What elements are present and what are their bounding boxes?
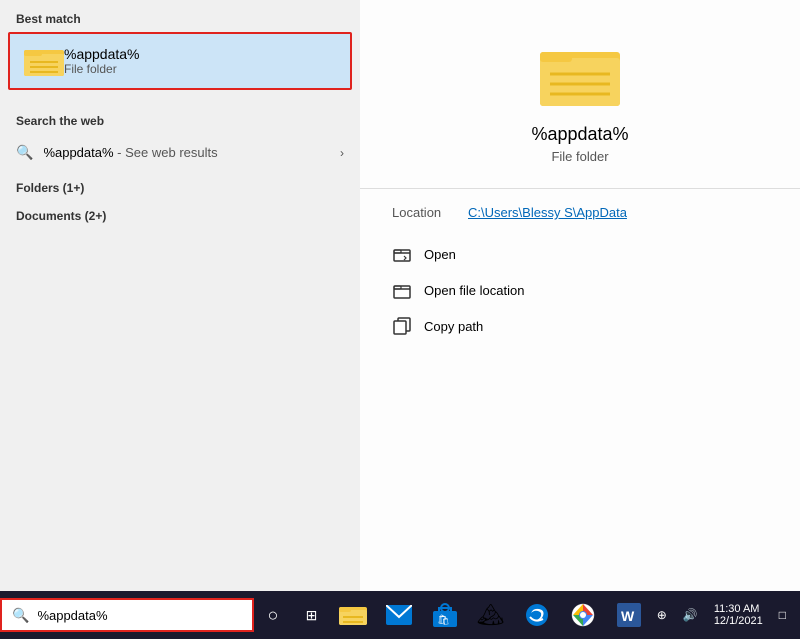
detail-item-name: %appdata% [531,124,628,145]
taskbar-app-edge[interactable] [515,593,559,637]
svg-text:W: W [621,608,635,624]
chevron-right-icon: › [340,146,344,160]
tray-notification[interactable]: □ [773,604,792,626]
taskbar-search-box[interactable]: 🔍 %appdata% [0,598,254,632]
best-match-text: %appdata% File folder [64,46,140,76]
copy-path-icon [392,316,412,336]
open-file-location-icon [392,280,412,300]
detail-item-type: File folder [551,149,608,164]
store-icon: 🛍 [433,603,457,627]
taskbar-search-text: %appdata% [37,608,107,623]
action-copy-path[interactable]: Copy path [360,308,800,344]
location-label: Location [392,205,452,220]
documents-label: Documents (2+) [0,199,360,227]
word-icon: W [617,603,641,627]
edge-icon [525,603,549,627]
chrome-icon [571,603,595,627]
photos-icon: 🏔 [477,602,505,628]
action-open-file-location[interactable]: Open file location [360,272,800,308]
web-search-item[interactable]: 🔍 %appdata% - See web results › [0,134,360,171]
web-search-suffix: - See web results [114,145,218,160]
tray-clock: 11:30 AM12/1/2021 [708,599,769,631]
mail-icon [386,605,412,625]
web-search-left: 🔍 %appdata% - See web results [16,144,218,161]
best-match-name: %appdata% [64,46,140,62]
copy-path-icon-svg [393,317,411,335]
best-match-type: File folder [64,62,140,76]
left-panel: Best match %appdata% File folder Search … [0,0,360,591]
action-open-file-location-label: Open file location [424,283,524,298]
action-open[interactable]: Open [360,236,800,272]
taskbar: 🔍 %appdata% ○ ⊞ 🛍 [0,591,800,639]
taskbar-app-chrome[interactable] [561,593,605,637]
action-copy-path-label: Copy path [424,319,483,334]
location-row: Location C:\Users\Blessy S\AppData [360,205,800,220]
action-open-label: Open [424,247,456,262]
folders-label: Folders (1+) [0,171,360,199]
tray-volume[interactable]: 🔊 [677,604,704,626]
tray-network[interactable]: ⊕ [651,604,673,626]
svg-text:🛍: 🛍 [437,614,450,626]
task-view-button[interactable]: ⊞ [292,591,331,639]
cortana-button[interactable]: ○ [254,591,293,639]
folder-icon-small [24,44,64,78]
taskbar-search-icon: 🔍 [12,607,29,624]
divider [360,188,800,189]
best-match-item[interactable]: %appdata% File folder [8,32,352,90]
open-icon [392,244,412,264]
right-panel: %appdata% File folder Location C:\Users\… [360,0,800,591]
taskbar-app-store[interactable]: 🛍 [423,593,467,637]
taskbar-app-explorer[interactable] [331,593,375,637]
taskbar-app-photos[interactable]: 🏔 [469,593,513,637]
web-search-query: %appdata% [43,145,113,160]
location-path[interactable]: C:\Users\Blessy S\AppData [468,205,627,220]
search-icon-web: 🔍 [16,144,33,161]
taskbar-apps: 🛍 🏔 [331,593,651,637]
web-search-label: Search the web [0,102,360,134]
system-tray: ⊕ 🔊 11:30 AM12/1/2021 □ [651,599,800,631]
explorer-icon [339,603,367,627]
taskbar-app-mail[interactable] [377,593,421,637]
open-file-location-icon-svg [393,281,411,299]
open-icon-svg [393,245,411,263]
best-match-label: Best match [0,0,360,32]
folder-icon-large [540,40,620,108]
web-search-text: %appdata% - See web results [43,145,217,160]
taskbar-app-word[interactable]: W [607,593,651,637]
start-menu: Best match %appdata% File folder Search … [0,0,800,591]
